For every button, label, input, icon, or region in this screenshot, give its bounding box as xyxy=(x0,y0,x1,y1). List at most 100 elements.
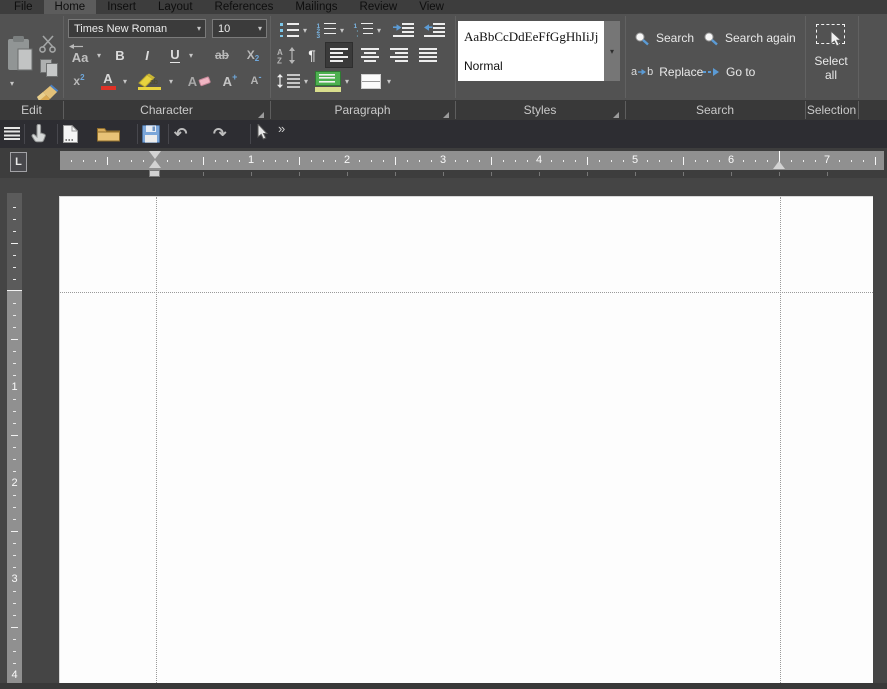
save-button[interactable] xyxy=(142,125,160,143)
subscript-button[interactable]: X 2 xyxy=(240,44,266,66)
ruler-tick xyxy=(551,160,552,162)
strikethrough-button[interactable]: ab xyxy=(208,44,236,66)
undo-button[interactable]: ↶ xyxy=(174,124,187,144)
bold-button[interactable]: B xyxy=(110,44,130,66)
search-button[interactable]: Search xyxy=(634,29,694,47)
line-spacing-dropdown-icon[interactable]: ▾ xyxy=(304,78,308,86)
left-indent-marker[interactable] xyxy=(149,160,161,168)
borders-button[interactable] xyxy=(358,70,384,92)
outline-list-button[interactable]: 1 · · xyxy=(352,20,374,40)
change-case-dropdown-icon[interactable]: ▾ xyxy=(97,52,101,60)
ruler-tick xyxy=(13,507,16,508)
paragraph-dialog-launcher[interactable] xyxy=(443,112,449,118)
ruler-tick xyxy=(395,157,396,165)
redo-button[interactable]: ↷ xyxy=(213,124,226,144)
decrease-indent-button[interactable] xyxy=(421,20,447,40)
styles-dropdown[interactable]: ▾ xyxy=(604,21,620,81)
bullet-list-button[interactable] xyxy=(278,20,300,40)
show-formatting-button[interactable]: ¶ xyxy=(303,44,321,66)
menu-tab-layout[interactable]: Layout xyxy=(147,0,204,14)
toolbar-divider xyxy=(250,124,251,144)
touch-mode-button[interactable] xyxy=(29,124,47,143)
menu-tab-home[interactable]: Home xyxy=(44,0,97,14)
change-case-button[interactable]: Aa xyxy=(66,44,94,66)
ruler-number: 5 xyxy=(632,154,638,166)
ruler-number: 7 xyxy=(824,154,830,166)
first-line-indent-marker[interactable] xyxy=(149,151,161,159)
menu-tab-references[interactable]: References xyxy=(204,0,285,14)
vertical-ruler[interactable]: 1234 xyxy=(7,193,22,683)
folder-icon xyxy=(97,126,120,142)
align-center-button[interactable] xyxy=(357,44,383,66)
style-preview-box[interactable]: AaBbCcDdEeFfGgHhIiJj Normal xyxy=(458,21,604,81)
character-dialog-launcher[interactable] xyxy=(258,112,264,118)
highlight-dropdown-icon[interactable]: ▾ xyxy=(169,78,173,86)
highlighter-icon: ab xyxy=(138,72,164,90)
svg-text:ab: ab xyxy=(150,79,158,86)
numbered-list-dropdown-icon[interactable]: ▾ xyxy=(340,27,344,35)
right-indent-marker[interactable] xyxy=(773,161,785,169)
ruler-tick xyxy=(13,447,16,448)
underline-button[interactable]: U xyxy=(164,44,186,66)
paste-button[interactable] xyxy=(4,32,36,74)
italic-button[interactable]: I xyxy=(138,44,156,66)
font-name-select[interactable]: Times New Roman ▾ xyxy=(68,19,206,38)
clear-formatting-button[interactable]: A xyxy=(186,70,214,92)
numbered-list-button[interactable]: 1 2 3 xyxy=(315,20,337,40)
more-tools-button[interactable]: » xyxy=(278,121,285,136)
goto-button[interactable]: Go to xyxy=(703,63,755,81)
styles-dialog-launcher[interactable] xyxy=(613,112,619,118)
replace-button[interactable]: a b Replace xyxy=(631,63,703,81)
open-document-button[interactable] xyxy=(97,126,120,142)
menu-tab-insert[interactable]: Insert xyxy=(96,0,147,14)
left-margin-marker[interactable] xyxy=(149,170,160,177)
tab-stop-tick xyxy=(587,172,588,176)
font-size-select[interactable]: 10 ▾ xyxy=(212,19,267,38)
grow-font-button[interactable]: A + xyxy=(218,70,242,92)
ruler-row: L 1234567 xyxy=(0,148,887,178)
menu-tab-view[interactable]: View xyxy=(408,0,455,14)
borders-dropdown-icon[interactable]: ▾ xyxy=(387,78,391,86)
highlight-button[interactable]: ab xyxy=(136,70,166,92)
select-all-button[interactable]: Select all xyxy=(808,22,854,96)
increase-indent-button[interactable] xyxy=(390,20,416,40)
object-mode-button[interactable] xyxy=(257,124,269,141)
shrink-font-button[interactable]: A - xyxy=(244,70,268,92)
superscript-button[interactable]: x 2 xyxy=(66,70,92,92)
shading-dropdown-icon[interactable]: ▾ xyxy=(345,78,349,86)
ruler-tick xyxy=(683,157,684,165)
toolbar-divider xyxy=(24,124,25,144)
cut-button[interactable] xyxy=(37,34,61,54)
menu-tab-file[interactable]: File xyxy=(3,0,44,14)
ruler-tick xyxy=(13,543,16,544)
superscript-mark: 2 xyxy=(80,73,84,82)
align-right-button[interactable] xyxy=(386,44,412,66)
font-color-dropdown-icon[interactable]: ▾ xyxy=(123,78,127,86)
font-color-button[interactable]: A xyxy=(96,70,120,92)
menu-tab-review[interactable]: Review xyxy=(349,0,409,14)
sort-button[interactable]: AZ xyxy=(274,44,300,66)
copy-icon xyxy=(40,59,59,78)
search-icon xyxy=(634,31,650,46)
ruler-tick xyxy=(767,160,768,162)
main-menu-button[interactable] xyxy=(4,127,20,140)
search-again-button[interactable]: Search again xyxy=(703,29,796,47)
align-left-button[interactable] xyxy=(325,42,353,68)
outline-list-dropdown-icon[interactable]: ▾ xyxy=(377,27,381,35)
grow-font-plus-icon: + xyxy=(232,72,237,82)
underline-dropdown-icon[interactable]: ▾ xyxy=(189,52,193,60)
justify-button[interactable] xyxy=(415,44,441,66)
menu-tab-mailings[interactable]: Mailings xyxy=(284,0,348,14)
svg-text:Z: Z xyxy=(277,56,282,64)
paste-dropdown-icon[interactable]: ▾ xyxy=(10,80,14,88)
paragraph-shading-button[interactable] xyxy=(314,68,342,94)
copy-button[interactable] xyxy=(37,58,61,78)
ruler-tick xyxy=(11,339,18,340)
new-document-button[interactable] xyxy=(63,125,78,143)
ruler-tick xyxy=(215,160,216,162)
tab-type-selector[interactable]: L xyxy=(10,152,27,172)
document-page[interactable] xyxy=(59,196,873,683)
line-spacing-button[interactable] xyxy=(274,70,302,92)
horizontal-ruler[interactable]: 1234567 xyxy=(60,151,884,170)
bullet-list-dropdown-icon[interactable]: ▾ xyxy=(303,27,307,35)
